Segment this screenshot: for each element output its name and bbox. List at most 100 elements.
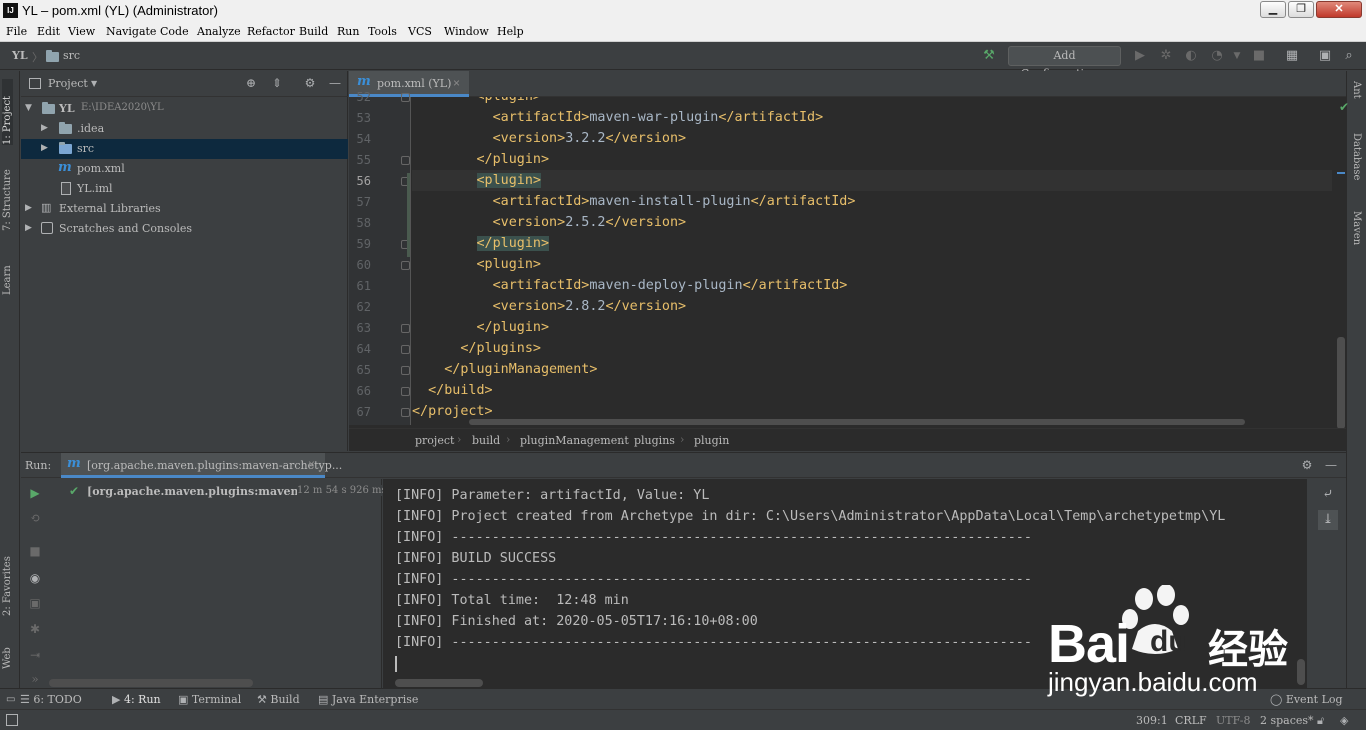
- menu-tools[interactable]: Tools: [368, 25, 397, 38]
- code-line[interactable]: <version>3.2.2</version>: [412, 128, 1332, 149]
- scroll-to-end-icon[interactable]: ⤓: [1318, 510, 1338, 530]
- breadcrumb-plugin[interactable]: plugin: [694, 434, 729, 447]
- chevron-down-icon[interactable]: ▼: [25, 103, 35, 113]
- breadcrumb-plugins[interactable]: plugins: [634, 434, 675, 447]
- menu-refactor[interactable]: Refactor: [247, 25, 295, 38]
- console-horizontal-scrollbar[interactable]: [395, 679, 483, 687]
- code-area[interactable]: <plugin> <artifactId>maven-war-plugin</a…: [349, 97, 1337, 419]
- line-separator[interactable]: CRLF: [1175, 714, 1207, 727]
- menu-analyze[interactable]: Analyze: [197, 25, 241, 38]
- tool-tab-database[interactable]: Database: [1351, 133, 1362, 180]
- collapse-all-icon[interactable]: ⇕: [269, 75, 285, 91]
- code-line[interactable]: <artifactId>maven-war-plugin</artifactId…: [412, 107, 1332, 128]
- code-line[interactable]: <plugin>: [412, 254, 1332, 275]
- editor-vertical-scrollbar[interactable]: ✔: [1337, 97, 1349, 429]
- code-line[interactable]: <version>2.5.2</version>: [412, 212, 1332, 233]
- nav-crumb-src[interactable]: src: [63, 49, 80, 62]
- chevron-down-icon[interactable]: ▼: [91, 79, 97, 88]
- close-tab-icon[interactable]: ×: [308, 457, 315, 471]
- code-line[interactable]: </plugin>: [412, 317, 1332, 338]
- tool-tab-run[interactable]: ▶ 4: Run: [112, 693, 161, 706]
- code-line[interactable]: <plugin>: [412, 97, 1332, 107]
- exit-icon[interactable]: ⇥: [27, 647, 43, 663]
- code-line[interactable]: </project>: [412, 401, 1332, 419]
- chevron-right-icon[interactable]: ▶: [25, 223, 35, 233]
- tool-tab-todo[interactable]: ☰ 6: TODO: [20, 693, 82, 706]
- tool-tab-project[interactable]: 1: Project: [2, 79, 13, 145]
- rerun-icon[interactable]: ▶: [27, 485, 43, 501]
- close-tab-icon[interactable]: ×: [453, 76, 460, 90]
- code-line[interactable]: </pluginManagement>: [412, 359, 1332, 380]
- coverage-icon[interactable]: ◐: [1182, 47, 1200, 65]
- tool-tab-java-enterprise[interactable]: ▤ Java Enterprise: [318, 693, 418, 706]
- indent-setting[interactable]: 2 spaces*: [1260, 714, 1314, 727]
- caret-position[interactable]: 309:1: [1136, 714, 1168, 727]
- nav-crumb-project[interactable]: YL: [12, 49, 28, 62]
- menu-file[interactable]: File: [6, 25, 27, 38]
- run-icon[interactable]: ▶: [1131, 47, 1149, 65]
- code-line[interactable]: <version>2.8.2</version>: [412, 296, 1332, 317]
- search-icon[interactable]: ⌕: [1340, 47, 1358, 65]
- code-line[interactable]: </build>: [412, 380, 1332, 401]
- stop-icon[interactable]: ■: [27, 543, 43, 559]
- tree-item-scratches[interactable]: ▶ Scratches and Consoles: [21, 219, 348, 239]
- tool-tab-structure[interactable]: 7: Structure: [2, 159, 13, 231]
- settings-icon[interactable]: ✱: [27, 621, 43, 637]
- chevron-right-icon[interactable]: ▶: [41, 123, 51, 133]
- editor-horizontal-scrollbar[interactable]: [469, 419, 1245, 425]
- tool-tab-build[interactable]: ⚒ Build: [257, 693, 300, 706]
- tree-item-yl[interactable]: ▼ YL E:\IDEA2020\YL: [21, 99, 348, 119]
- close-button[interactable]: ✕: [1316, 1, 1362, 18]
- breadcrumb-build[interactable]: build: [472, 434, 500, 447]
- code-line[interactable]: <plugin>: [412, 170, 1332, 191]
- menu-run[interactable]: Run: [337, 25, 359, 38]
- tool-window-icon[interactable]: ▭: [6, 694, 15, 705]
- hide-icon[interactable]: —: [327, 75, 343, 91]
- eye-icon[interactable]: ◉: [27, 570, 43, 586]
- chevron-right-icon[interactable]: ▶: [41, 143, 51, 153]
- camera-icon[interactable]: ▣: [27, 595, 43, 611]
- tool-tab-learn[interactable]: Learn: [2, 251, 13, 295]
- code-line[interactable]: <artifactId>maven-install-plugin</artifa…: [412, 191, 1332, 212]
- scroll-thumb[interactable]: [1337, 337, 1345, 429]
- add-configuration-button[interactable]: Add Configuration...: [1008, 46, 1121, 80]
- tool-tab-terminal[interactable]: ▣ Terminal: [178, 693, 241, 706]
- tree-horizontal-scrollbar[interactable]: [49, 679, 253, 687]
- run-tree-item[interactable]: ✔ [org.apache.maven.plugins:maven-a: 12 …: [69, 484, 387, 498]
- rerun-failed-icon[interactable]: ⟲: [27, 510, 43, 526]
- breadcrumb-project[interactable]: project: [415, 434, 454, 447]
- tool-tab-web[interactable]: Web: [2, 639, 13, 669]
- stop-icon[interactable]: ■: [1250, 47, 1268, 65]
- tool-tab-ant[interactable]: Ant: [1351, 81, 1362, 99]
- minimize-button[interactable]: ▁: [1260, 1, 1286, 18]
- menu-window[interactable]: Window: [444, 25, 489, 38]
- inspector-icon[interactable]: ◈: [1340, 714, 1348, 727]
- menu-view[interactable]: View: [68, 25, 95, 38]
- menu-help[interactable]: Help: [497, 25, 524, 38]
- menu-build[interactable]: Build: [299, 25, 328, 38]
- menu-vcs[interactable]: VCS: [408, 25, 432, 38]
- presentation-icon[interactable]: ▣: [1316, 47, 1334, 65]
- tree-item-idea[interactable]: ▶ .idea: [21, 119, 348, 139]
- menu-navigate[interactable]: Navigate: [106, 25, 156, 38]
- run-tab[interactable]: m [org.apache.maven.plugins:maven-archet…: [61, 453, 342, 478]
- chevron-right-icon[interactable]: ▶: [25, 203, 35, 213]
- code-line[interactable]: </plugin>: [412, 149, 1332, 170]
- code-line[interactable]: <artifactId>maven-deploy-plugin</artifac…: [412, 275, 1332, 296]
- project-view-selector[interactable]: Project: [48, 77, 88, 90]
- chevron-down-icon[interactable]: ▼: [1228, 47, 1246, 65]
- tool-tab-maven[interactable]: Maven: [1351, 211, 1362, 245]
- gear-icon[interactable]: ⚙: [302, 75, 318, 91]
- menu-edit[interactable]: Edit: [37, 25, 60, 38]
- debug-icon[interactable]: ✲: [1157, 47, 1175, 65]
- tree-item-iml[interactable]: YL.iml: [21, 179, 348, 199]
- gear-icon[interactable]: ⚙: [1299, 457, 1315, 473]
- breadcrumb-pluginmanagement[interactable]: pluginManagement: [520, 434, 629, 447]
- file-encoding[interactable]: UTF-8: [1216, 714, 1250, 727]
- code-line[interactable]: </plugin>: [412, 233, 1332, 254]
- more-icon[interactable]: »: [27, 671, 43, 687]
- tool-windows-toggle-icon[interactable]: [6, 714, 18, 726]
- tool-tab-favorites[interactable]: 2: Favorites: [2, 546, 13, 616]
- soft-wrap-icon[interactable]: ⤶: [1320, 487, 1336, 503]
- locate-icon[interactable]: ⊕: [243, 75, 259, 91]
